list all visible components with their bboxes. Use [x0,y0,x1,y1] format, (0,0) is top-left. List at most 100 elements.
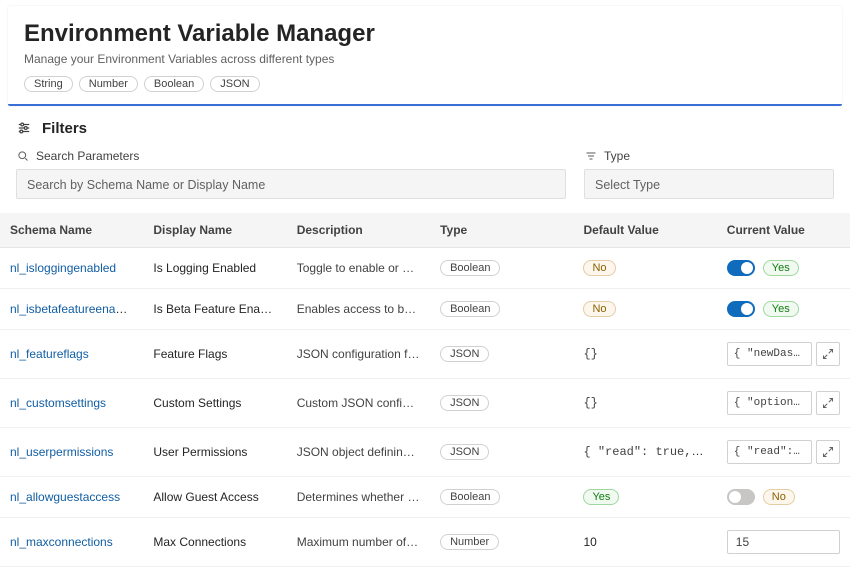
tag-string[interactable]: String [24,76,73,92]
filters-title: Filters [42,120,87,137]
filter-type: Type Select Type [584,149,834,199]
current-value: 15 [717,517,850,566]
default-no-pill: No [583,260,615,276]
display-name: User Permissions [143,427,286,476]
search-label: Search Parameters [36,149,139,163]
type-pill: JSON [440,395,489,411]
th-desc[interactable]: Description [287,213,430,248]
type-pill: JSON [440,346,489,362]
toggle-yes-pill: Yes [763,301,799,317]
table-row: nl_isloggingenabled Is Logging EnabledTog… [0,247,850,288]
display-name: Max Connections [143,517,286,566]
default-json: {} [583,347,597,361]
page-subtitle: Manage your Environment Variables across… [24,52,826,66]
type-pill: Number [440,534,499,550]
type-pill: JSON [440,444,489,460]
table-row: nl_userpermissions User PermissionsJSON o… [0,427,850,476]
json-value-input[interactable]: { "optionA": "value1", "op [727,391,812,415]
default-value: No [573,247,716,288]
toggle-switch[interactable] [727,260,755,276]
display-name: Feature Flags [143,329,286,378]
json-value-input[interactable]: { "read": true, "write": tru [727,440,812,464]
display-name: Custom Settings [143,378,286,427]
filter-row: Search Parameters Search by Schema Name … [0,143,850,213]
header-card: Environment Variable Manager Manage your… [8,6,842,106]
expand-icon [822,348,834,360]
default-value: Yes [573,476,716,517]
expand-json-button[interactable] [816,391,840,415]
toggle-no-pill: No [763,489,795,505]
schema-link[interactable]: nl_customsettings [10,396,106,410]
default-no-pill: No [583,301,615,317]
th-type[interactable]: Type [430,213,573,248]
schema-link[interactable]: nl_maxconnections [10,535,113,549]
type-pill: Boolean [440,489,500,505]
variables-table: Schema Name Display Name Description Typ… [0,213,850,567]
table-row: nl_allowguestaccess Allow Guest AccessDet… [0,476,850,517]
page-title: Environment Variable Manager [24,20,826,49]
expand-json-button[interactable] [816,342,840,366]
schema-link[interactable]: nl_isbetafeatureenabled [10,302,138,316]
expand-icon [822,397,834,409]
expand-icon [822,446,834,458]
current-value: { "newDashboadrd": true [717,329,850,378]
description: Maximum number of simu... [287,517,430,566]
filters-icon [16,120,32,136]
table-row: nl_customsettings Custom SettingsCustom J… [0,378,850,427]
description: Toggle to enable or disabl... [287,247,430,288]
filters-header: Filters [0,106,850,143]
current-value: Yes [717,288,850,329]
schema-link[interactable]: nl_featureflags [10,347,89,361]
default-value: {} [573,329,716,378]
description: Determines whether guest... [287,476,430,517]
th-display[interactable]: Display Name [143,213,286,248]
number-value-input[interactable]: 15 [727,530,840,554]
tag-json[interactable]: JSON [210,76,259,92]
type-label-row: Type [584,149,834,163]
description: Enables access to beta fea... [287,288,430,329]
th-default[interactable]: Default Value [573,213,716,248]
json-value-input[interactable]: { "newDashboadrd": true [727,342,812,366]
current-value: { "optionA": "value1", "op [717,378,850,427]
toggle-switch[interactable] [727,489,755,505]
schema-link[interactable]: nl_isloggingenabled [10,261,116,275]
tag-boolean[interactable]: Boolean [144,76,204,92]
default-value: { "read": true, "write": false, "del [573,427,716,476]
type-pill: Boolean [440,301,500,317]
default-yes-pill: Yes [583,489,619,505]
description: Custom JSON configuratio... [287,378,430,427]
tag-number[interactable]: Number [79,76,138,92]
schema-link[interactable]: nl_userpermissions [10,445,113,459]
current-value: No [717,476,850,517]
display-name: Is Logging Enabled [143,247,286,288]
default-value: {} [573,378,716,427]
th-current[interactable]: Current Value [717,213,850,248]
default-value: 10 [573,517,716,566]
table-header-row: Schema Name Display Name Description Typ… [0,213,850,248]
table-row: nl_featureflags Feature FlagsJSON configu… [0,329,850,378]
display-name: Allow Guest Access [143,476,286,517]
table-row: nl_isbetafeatureenabled Is Beta Feature E… [0,288,850,329]
search-icon [16,149,30,163]
default-json: { "read": true, "write": false, "del [583,444,716,459]
type-select[interactable]: Select Type [584,169,834,199]
default-value: No [573,288,716,329]
search-label-row: Search Parameters [16,149,566,163]
expand-json-button[interactable] [816,440,840,464]
type-tags: String Number Boolean JSON [24,76,826,92]
display-name: Is Beta Feature Enabled [143,288,286,329]
description: JSON configuration for var... [287,329,430,378]
type-pill: Boolean [440,260,500,276]
th-schema[interactable]: Schema Name [0,213,143,248]
current-value: { "read": true, "write": tru [717,427,850,476]
default-json: {} [583,396,597,410]
toggle-switch[interactable] [727,301,755,317]
toggle-yes-pill: Yes [763,260,799,276]
type-label: Type [604,149,630,163]
search-input[interactable]: Search by Schema Name or Display Name [16,169,566,199]
schema-link[interactable]: nl_allowguestaccess [10,490,120,504]
table-row: nl_maxconnections Max ConnectionsMaximum … [0,517,850,566]
filter-search: Search Parameters Search by Schema Name … [16,149,566,199]
description: JSON object defining user ... [287,427,430,476]
filter-icon [584,149,598,163]
